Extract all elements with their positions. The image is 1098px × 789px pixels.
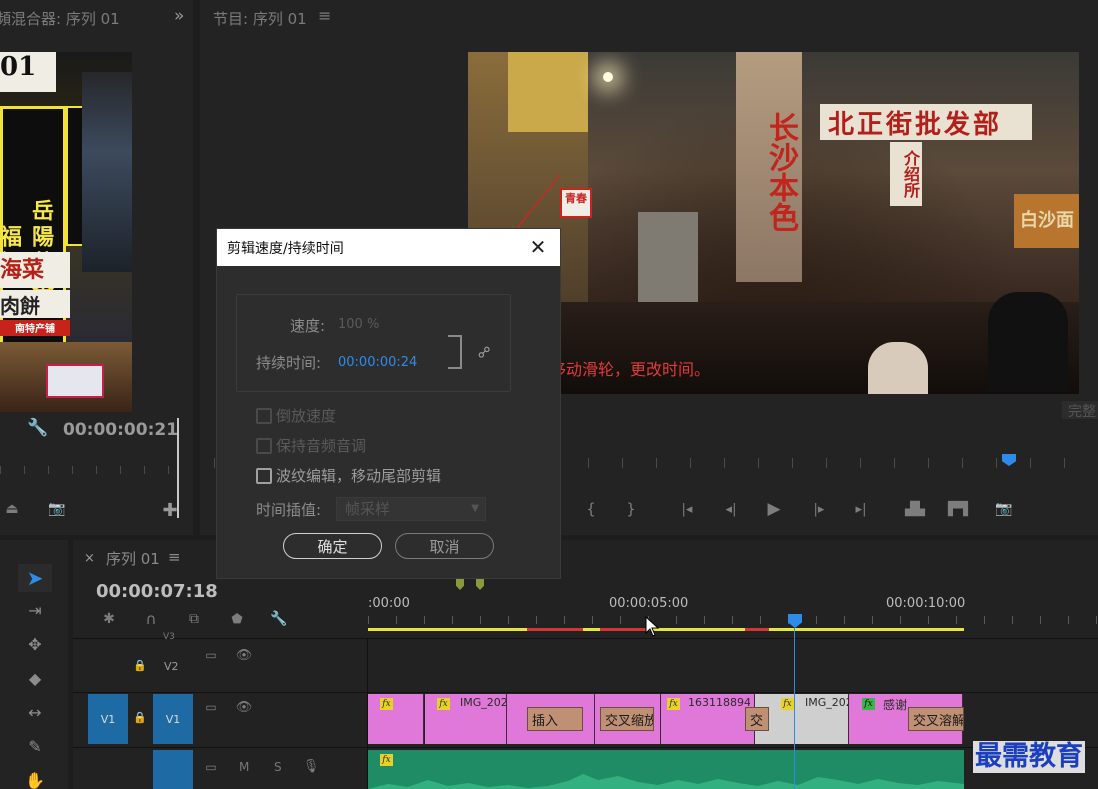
dialog-titlebar: 剪辑速度/持续时间 (217, 229, 560, 266)
sequence-menu-icon[interactable]: ≡ (168, 548, 181, 566)
maintain-audio-checkbox[interactable]: 保持音频音调 (256, 435, 366, 456)
audio-waveform (368, 774, 964, 789)
ripple-edit-label: 波纹编辑，移动尾部剪辑 (276, 467, 442, 485)
razor-tool-icon[interactable]: ◆ (18, 664, 52, 692)
sequence-tab-close-icon[interactable]: × (84, 551, 95, 566)
clip-1[interactable]: fx (368, 694, 424, 744)
maintain-audio-label: 保持音频音调 (276, 437, 367, 455)
track-target-a1[interactable] (153, 750, 193, 789)
v2-sync-icon[interactable]: ▭ (203, 648, 219, 662)
track-label-v2: V2 (164, 660, 179, 673)
chevron-down-icon: ▼ (471, 503, 479, 514)
transition-cross-zoom[interactable]: 交叉缩放 (600, 707, 654, 731)
transition-cross-short[interactable]: 交 (745, 707, 769, 731)
lock-v1-icon[interactable]: 🔒 (133, 710, 147, 724)
track-select-tool-icon[interactable]: ⇥ (18, 596, 52, 624)
reverse-speed-checkbox[interactable]: 倒放速度 (256, 405, 336, 426)
clip-fx-badge[interactable]: fx (437, 698, 450, 710)
linked-selection-icon[interactable]: ⧉ (185, 610, 203, 628)
speed-duration-group (236, 294, 511, 392)
clip-2-label: IMG_202 (460, 696, 508, 709)
ok-button[interactable]: 确定 (283, 533, 382, 559)
solo-button[interactable]: S (274, 760, 282, 774)
nest-icon[interactable]: ✱ (100, 610, 118, 628)
mute-button[interactable]: M (239, 760, 249, 774)
a1-sync-icon[interactable]: ▭ (203, 760, 219, 774)
render-bar (368, 628, 964, 631)
clip-fx-badge[interactable]: fx (380, 698, 393, 710)
track-target-v1[interactable]: V1 (153, 694, 193, 744)
render-bar-red-1 (527, 628, 583, 631)
duration-label: 持续时间: (256, 354, 322, 372)
interp-label: 时间插值: (256, 501, 322, 519)
ripple-edit-checkbox[interactable]: 波纹编辑，移动尾部剪辑 (256, 465, 441, 486)
snap-magnet-icon[interactable]: ∩ (142, 610, 160, 628)
duration-value[interactable]: 00:00:00:24 (338, 355, 417, 370)
timeline-playhead[interactable] (794, 628, 795, 789)
watermark: 最需教育 (973, 741, 1085, 773)
premiere-window: 頻混合器: 序列 01 » 01 岳陽茗茶 福記 海菜 肉餅 南特产铺 🔧 00… (0, 0, 1098, 789)
timeline-ruler[interactable] (368, 616, 1098, 624)
mouse-cursor-icon (645, 616, 660, 637)
audio-clip[interactable]: fx (368, 750, 964, 789)
v1-sync-icon[interactable]: ▭ (203, 700, 219, 714)
ruler-label-10: 00:00:10:00 (886, 596, 966, 611)
v1-eye-icon[interactable]: 👁 (236, 700, 253, 715)
reverse-speed-label: 倒放速度 (276, 407, 337, 425)
transition-insert[interactable]: 插入 (527, 707, 583, 731)
dialog-close-icon[interactable]: ✕ (526, 235, 550, 259)
ruler-label-5: 00:00:05:00 (609, 596, 689, 611)
ruler-label-0: :00:00 (368, 596, 410, 611)
sequence-timecode[interactable]: 00:00:07:18 (96, 581, 218, 602)
ripple-edit-tool-icon[interactable]: ✥ (18, 630, 52, 658)
speed-label: 速度: (290, 317, 326, 335)
microphone-icon[interactable]: 🎙 (303, 758, 320, 774)
clip-4[interactable]: fx IMG_202 (755, 694, 849, 744)
link-bracket (448, 335, 462, 369)
pen-tool-icon[interactable]: ✎ (18, 732, 52, 760)
interp-value: 帧采样 (345, 500, 391, 518)
clip-fx-badge[interactable]: fx (781, 698, 794, 710)
clip-fx-badge[interactable]: fx (667, 698, 680, 710)
tools-panel: ➤ ⇥ ✥ ◆ ↔ ✎ ✋ (0, 540, 68, 789)
transition-cross-dissolve[interactable]: 交叉溶解 (908, 707, 964, 731)
clip-fx-badge-green[interactable]: fx (862, 698, 875, 710)
clip-4-label: IMG_202 (805, 696, 849, 709)
dialog-title: 剪辑速度/持续时间 (227, 240, 344, 257)
speed-value[interactable]: 100 % (338, 317, 379, 332)
sequence-tab[interactable]: 序列 01 (106, 548, 160, 569)
slip-tool-icon[interactable]: ↔ (18, 698, 52, 726)
render-bar-red-3 (745, 628, 769, 631)
clip-speed-dialog: 剪辑速度/持续时间 ✕ 速度: 100 % 持续时间: 00:00:00:24 … (217, 229, 560, 578)
clip-3[interactable]: fx 1631188942 (661, 694, 755, 744)
interp-select[interactable]: 帧采样 ▼ (336, 497, 486, 521)
clip-3-label: 1631188942 (688, 696, 750, 709)
cancel-button[interactable]: 取消 (395, 533, 494, 559)
v2-eye-icon[interactable]: 👁 (236, 648, 253, 663)
hand-tool-icon[interactable]: ✋ (18, 766, 52, 789)
selection-tool-icon[interactable]: ➤ (18, 564, 52, 592)
marker-icon[interactable]: ⬟ (230, 610, 244, 628)
timeline-wrench-icon[interactable]: 🔧 (270, 610, 288, 628)
source-patch-v1[interactable]: V1 (88, 694, 128, 744)
track-label-v3: V3 (163, 632, 175, 642)
lock-v2-icon[interactable]: 🔒 (133, 658, 147, 672)
